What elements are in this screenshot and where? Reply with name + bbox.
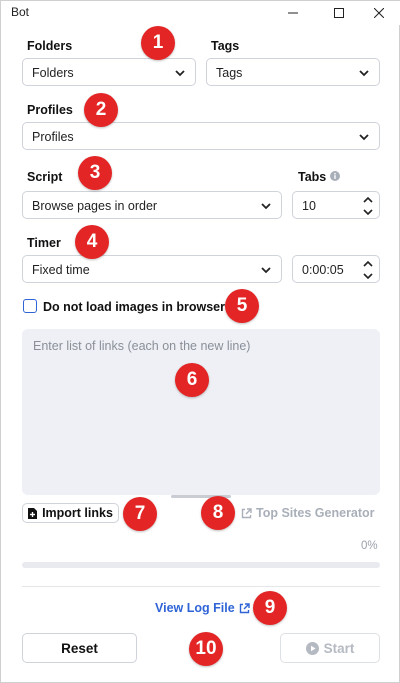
maximize-icon xyxy=(334,8,344,18)
tabs-stepper-value: 10 xyxy=(302,199,316,213)
script-select[interactable]: Browse pages in order xyxy=(22,191,282,219)
divider xyxy=(22,586,380,587)
links-placeholder: Enter list of links (each on the new lin… xyxy=(33,339,251,353)
links-textarea[interactable]: Enter list of links (each on the new lin… xyxy=(22,329,380,495)
annotation-marker: 3 xyxy=(78,156,112,190)
start-label: Start xyxy=(323,640,355,656)
annotation-marker: 10 xyxy=(189,632,223,666)
profiles-label: Profiles xyxy=(27,103,73,117)
play-circle-icon xyxy=(305,641,319,655)
tags-select-value: Tags xyxy=(216,66,243,80)
view-log-label: View Log File xyxy=(155,601,235,615)
info-icon[interactable] xyxy=(330,171,340,181)
annotation-marker: 4 xyxy=(75,225,109,259)
import-links-button[interactable]: Import links xyxy=(22,503,119,523)
title-bar: Bot xyxy=(1,1,400,25)
window-title: Bot xyxy=(11,5,30,19)
chevron-down-icon xyxy=(261,203,271,210)
annotation-marker: 6 xyxy=(175,363,209,397)
profiles-select-value: Profiles xyxy=(32,130,74,144)
timer-select[interactable]: Fixed time xyxy=(22,255,282,283)
spin-arrows-icon[interactable] xyxy=(363,259,373,281)
chevron-down-icon xyxy=(359,70,369,77)
document-icon xyxy=(28,507,38,519)
close-icon xyxy=(374,8,384,18)
no-images-label[interactable]: Do not load images in browser xyxy=(43,300,225,314)
tabs-label: Tabs xyxy=(298,170,327,184)
folders-select[interactable]: Folders xyxy=(22,58,196,86)
close-button[interactable] xyxy=(357,1,400,25)
chevron-down-icon xyxy=(359,134,369,141)
timer-duration-stepper[interactable]: 0:00:05 xyxy=(292,255,380,283)
folders-label: Folders xyxy=(27,39,73,53)
start-button[interactable]: Start xyxy=(280,633,380,663)
no-images-checkbox[interactable] xyxy=(23,299,37,313)
progress-percent: 0% xyxy=(361,540,378,552)
import-links-label: Import links xyxy=(42,506,113,520)
minimize-icon xyxy=(288,12,298,14)
top-sites-generator-label: Top Sites Generator xyxy=(256,506,375,520)
tags-label: Tags xyxy=(211,39,240,53)
reset-button[interactable]: Reset xyxy=(22,633,137,663)
bot-window: Bot Folders Tags Folders Tags Profiles P… xyxy=(0,0,400,683)
script-select-value: Browse pages in order xyxy=(32,199,158,213)
annotation-marker: 8 xyxy=(201,496,235,530)
view-log-link[interactable]: View Log File xyxy=(155,601,250,615)
tabs-stepper[interactable]: 10 xyxy=(292,191,380,219)
annotation-marker: 2 xyxy=(84,93,118,127)
spin-arrows-icon[interactable] xyxy=(363,195,373,217)
timer-duration-value: 0:00:05 xyxy=(302,263,344,277)
chevron-down-icon xyxy=(175,70,185,77)
script-label: Script xyxy=(27,170,63,184)
reset-label: Reset xyxy=(61,640,98,656)
tags-select[interactable]: Tags xyxy=(206,58,380,86)
top-sites-generator-link[interactable]: Top Sites Generator xyxy=(241,506,375,520)
external-link-icon xyxy=(239,602,250,613)
minimize-button[interactable] xyxy=(271,1,315,25)
timer-label: Timer xyxy=(27,236,61,250)
annotation-marker: 5 xyxy=(225,289,259,323)
timer-select-value: Fixed time xyxy=(32,263,90,277)
profiles-select[interactable]: Profiles xyxy=(22,122,380,150)
folders-select-value: Folders xyxy=(32,66,74,80)
external-link-icon xyxy=(241,507,252,518)
chevron-down-icon xyxy=(261,267,271,274)
progress-bar xyxy=(22,562,380,568)
annotation-marker: 7 xyxy=(123,497,157,531)
annotation-marker: 1 xyxy=(141,26,175,60)
maximize-button[interactable] xyxy=(317,1,361,25)
annotation-marker: 9 xyxy=(253,591,287,625)
